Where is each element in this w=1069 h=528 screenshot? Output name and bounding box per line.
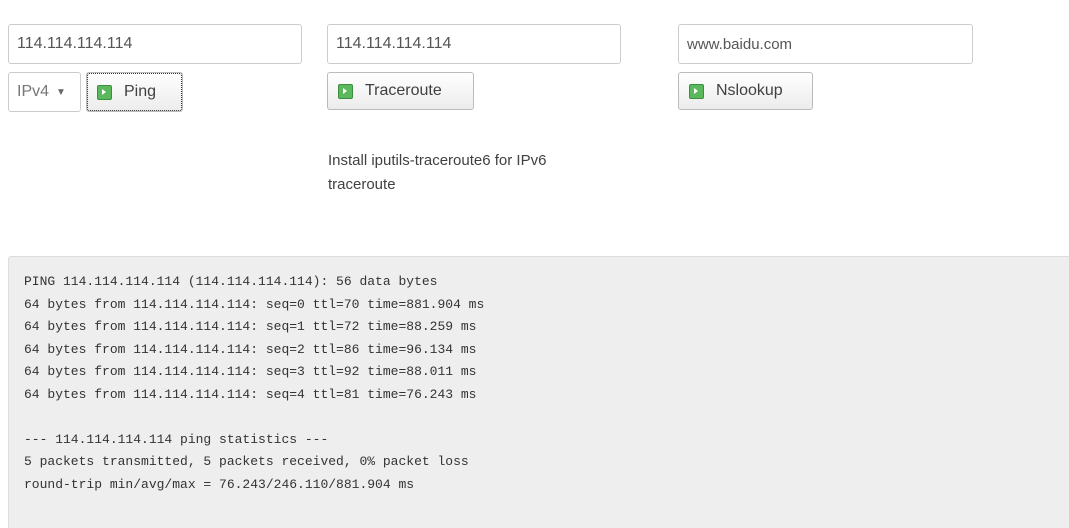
output-line: 5 packets transmitted, 5 packets receive… <box>24 454 469 469</box>
nslookup-address-input[interactable] <box>678 24 973 64</box>
output-line: --- 114.114.114.114 ping statistics --- <box>24 431 329 447</box>
output-line: 64 bytes from 114.114.114.114: seq=0 ttl… <box>24 296 485 312</box>
output-line: round-trip min/avg/max = 76.243/246.110/… <box>24 476 415 492</box>
play-icon <box>338 83 353 99</box>
traceroute-button[interactable]: Traceroute <box>327 72 474 110</box>
play-icon <box>97 84 112 100</box>
ping-section: IPv4 ▼ Ping <box>8 24 302 112</box>
traceroute-section: Traceroute <box>327 24 621 110</box>
play-icon <box>689 83 704 99</box>
diagnostics-page: IPv4 ▼ Ping Traceroute Install iputils-t… <box>0 0 1069 528</box>
chevron-down-icon: ▼ <box>56 86 66 98</box>
traceroute-ipv6-note: Install iputils-traceroute6 for IPv6 tra… <box>328 152 547 193</box>
ping-button-label: Ping <box>124 83 157 100</box>
traceroute-button-label: Traceroute <box>365 82 442 99</box>
output-line: 64 bytes from 114.114.114.114: seq=4 ttl… <box>24 386 477 402</box>
command-output: PING 114.114.114.114 (114.114.114.114): … <box>8 256 1069 528</box>
output-line: 64 bytes from 114.114.114.114: seq=3 ttl… <box>24 364 477 379</box>
ping-controls: IPv4 ▼ Ping <box>8 72 302 112</box>
protocol-select[interactable]: IPv4 ▼ <box>8 72 81 112</box>
output-line: PING 114.114.114.114 (114.114.114.114): … <box>24 274 438 289</box>
nslookup-section: Nslookup <box>678 24 973 110</box>
output-line: 64 bytes from 114.114.114.114: seq=2 ttl… <box>24 341 477 357</box>
protocol-select-value: IPv4 <box>17 83 50 100</box>
ping-address-input[interactable] <box>8 24 302 64</box>
traceroute-controls: Traceroute <box>327 72 621 110</box>
nslookup-button[interactable]: Nslookup <box>678 72 813 110</box>
nslookup-controls: Nslookup <box>678 72 973 110</box>
nslookup-button-label: Nslookup <box>716 82 783 99</box>
output-line: 64 bytes from 114.114.114.114: seq=1 ttl… <box>24 319 477 334</box>
traceroute-address-input[interactable] <box>327 24 621 64</box>
ping-button[interactable]: Ping <box>86 72 183 112</box>
